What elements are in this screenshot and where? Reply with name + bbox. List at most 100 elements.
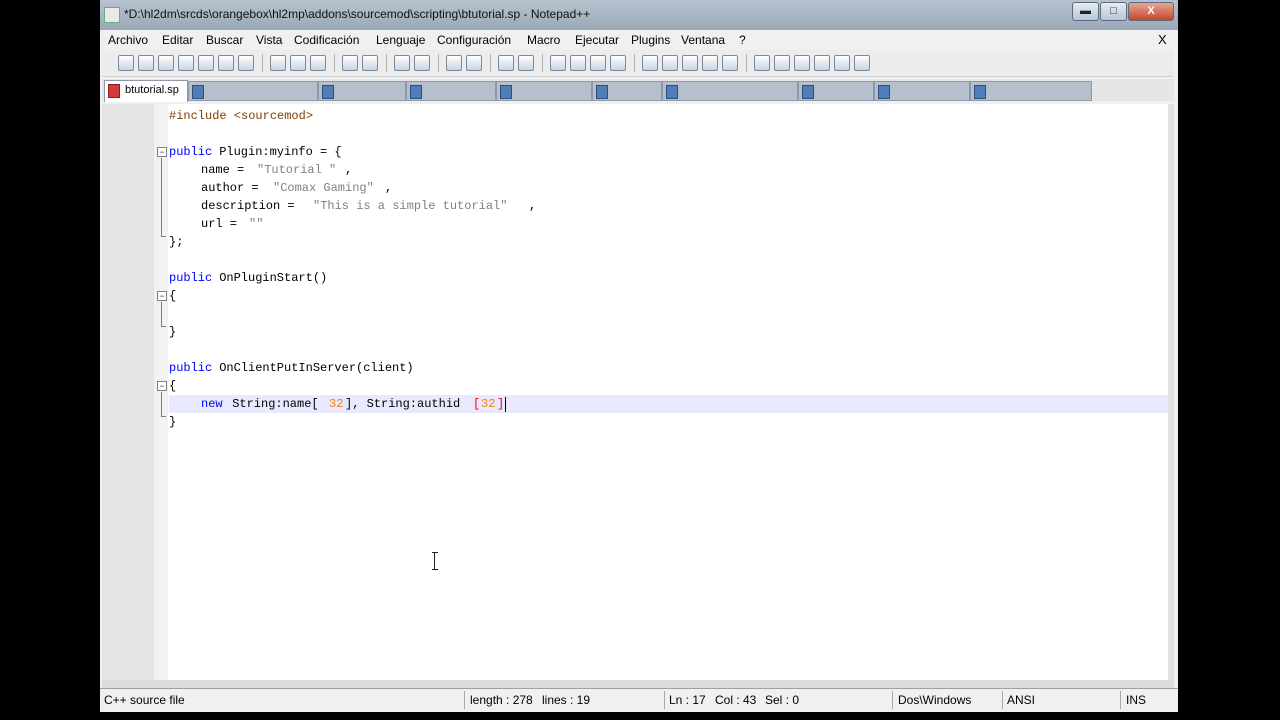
code-string: "This is a simple tutorial" <box>313 199 508 213</box>
code-editor[interactable]: − − − #include <sourcemod> public Plugin… <box>102 104 1168 680</box>
cut-icon[interactable] <box>270 55 286 71</box>
code-line: name = "Tutorial " , <box>169 161 1168 179</box>
down-arrow-icon[interactable] <box>794 55 810 71</box>
text-caret <box>505 397 506 412</box>
word-wrap-icon[interactable] <box>550 55 566 71</box>
print-icon[interactable] <box>238 55 254 71</box>
status-separator <box>464 691 465 709</box>
save-all-icon[interactable] <box>178 55 194 71</box>
close-document-button[interactable]: X <box>1158 32 1167 47</box>
maximize-button[interactable]: □ <box>1100 2 1127 21</box>
tab-document[interactable] <box>188 81 318 101</box>
horizontal-scrollbar[interactable] <box>102 680 1174 688</box>
status-separator <box>892 691 893 709</box>
title-bar[interactable]: *D:\hl2dm\srcds\orangebox\hl2mp\addons\s… <box>100 0 1178 30</box>
spell-check-icon[interactable] <box>854 55 870 71</box>
vertical-scrollbar[interactable] <box>1168 104 1174 680</box>
close-window-button[interactable]: X <box>1128 2 1174 21</box>
status-selection: Sel : 0 <box>765 693 800 707</box>
plugin-icon[interactable] <box>834 55 850 71</box>
sync-vertical-icon[interactable] <box>498 55 514 71</box>
replace-icon[interactable] <box>414 55 430 71</box>
fold-toggle-icon[interactable]: − <box>157 147 167 157</box>
menu-plugins[interactable]: Plugins <box>631 33 670 47</box>
code-token: #include <sourcemod> <box>169 109 314 123</box>
fold-toggle-icon[interactable]: − <box>157 291 167 301</box>
menu-archivo[interactable]: Archivo <box>108 33 148 47</box>
indent-guide-icon[interactable] <box>590 55 606 71</box>
tab-document[interactable] <box>496 81 592 101</box>
code-keyword: public <box>169 361 213 375</box>
find-icon[interactable] <box>394 55 410 71</box>
tab-document[interactable] <box>798 81 874 101</box>
menu-macro[interactable]: Macro <box>527 33 560 47</box>
toolbar-separator <box>334 54 335 72</box>
code-line: { <box>169 287 1168 305</box>
menu-configuracion[interactable]: Configuración <box>437 33 511 47</box>
new-file-icon[interactable] <box>118 55 134 71</box>
notepad-app-icon[interactable] <box>104 7 120 23</box>
status-lines: lines : 19 <box>542 693 591 707</box>
fold-all-icon[interactable] <box>754 55 770 71</box>
tab-document[interactable] <box>662 81 798 101</box>
close-all-icon[interactable] <box>218 55 234 71</box>
tab-document[interactable] <box>592 81 662 101</box>
code-keyword: public <box>169 271 213 285</box>
show-all-chars-icon[interactable] <box>570 55 586 71</box>
save-macro-icon[interactable] <box>722 55 738 71</box>
code-line: } <box>169 323 1168 341</box>
file-icon <box>878 85 890 99</box>
status-column: Col : 43 <box>715 693 757 707</box>
menu-lenguaje[interactable]: Lenguaje <box>376 33 425 47</box>
copy-icon[interactable] <box>290 55 306 71</box>
tab-document[interactable] <box>970 81 1092 101</box>
redo-icon[interactable] <box>362 55 378 71</box>
document-tab-bar: btutorial.sp <box>102 79 1174 102</box>
menu-codificacion[interactable]: Codificación <box>294 33 359 47</box>
fold-end-marker <box>161 416 166 417</box>
notepad-plus-plus-window: *D:\hl2dm\srcds\orangebox\hl2mp\addons\s… <box>100 0 1178 720</box>
sync-horizontal-icon[interactable] <box>518 55 534 71</box>
tab-document[interactable] <box>874 81 970 101</box>
play-macro-icon[interactable] <box>682 55 698 71</box>
save-icon[interactable] <box>158 55 174 71</box>
code-string: "Comax Gaming" <box>273 181 374 195</box>
code-token: } <box>169 415 177 429</box>
run-macro-multiple-icon[interactable] <box>702 55 718 71</box>
file-icon <box>500 85 512 99</box>
code-token: OnPluginStart() <box>212 271 328 285</box>
user-lang-icon[interactable] <box>610 55 626 71</box>
screen-border <box>100 712 1178 720</box>
paste-icon[interactable] <box>310 55 326 71</box>
status-insert-mode: INS <box>1126 693 1147 707</box>
menu-bar: Archivo Editar Buscar Vista Codificación… <box>102 30 1174 50</box>
status-separator <box>1002 691 1003 709</box>
menu-ventana[interactable]: Ventana <box>681 33 725 47</box>
fold-toggle-icon[interactable]: − <box>157 381 167 391</box>
up-arrow-icon[interactable] <box>774 55 790 71</box>
menu-help[interactable]: ? <box>739 33 746 47</box>
menu-buscar[interactable]: Buscar <box>206 33 243 47</box>
menu-editar[interactable]: Editar <box>162 33 193 47</box>
status-line: Ln : 17 <box>669 693 706 707</box>
stop-macro-icon[interactable] <box>662 55 678 71</box>
code-keyword: new <box>201 397 223 411</box>
unfold-all-icon[interactable] <box>814 55 830 71</box>
code-token: url = <box>201 217 245 231</box>
tab-document[interactable] <box>406 81 496 101</box>
toolbar-separator <box>746 54 747 72</box>
code-line: public OnClientPutInServer(client) <box>169 359 1168 377</box>
toolbar-separator <box>490 54 491 72</box>
code-number: 32 <box>329 397 344 411</box>
record-macro-icon[interactable] <box>642 55 658 71</box>
menu-vista[interactable]: Vista <box>256 33 282 47</box>
tab-btutorial[interactable]: btutorial.sp <box>104 80 188 102</box>
zoom-in-icon[interactable] <box>446 55 462 71</box>
zoom-out-icon[interactable] <box>466 55 482 71</box>
undo-icon[interactable] <box>342 55 358 71</box>
tab-document[interactable] <box>318 81 406 101</box>
menu-ejecutar[interactable]: Ejecutar <box>575 33 619 47</box>
open-file-icon[interactable] <box>138 55 154 71</box>
minimize-button[interactable]: ▬ <box>1072 2 1099 21</box>
close-file-icon[interactable] <box>198 55 214 71</box>
